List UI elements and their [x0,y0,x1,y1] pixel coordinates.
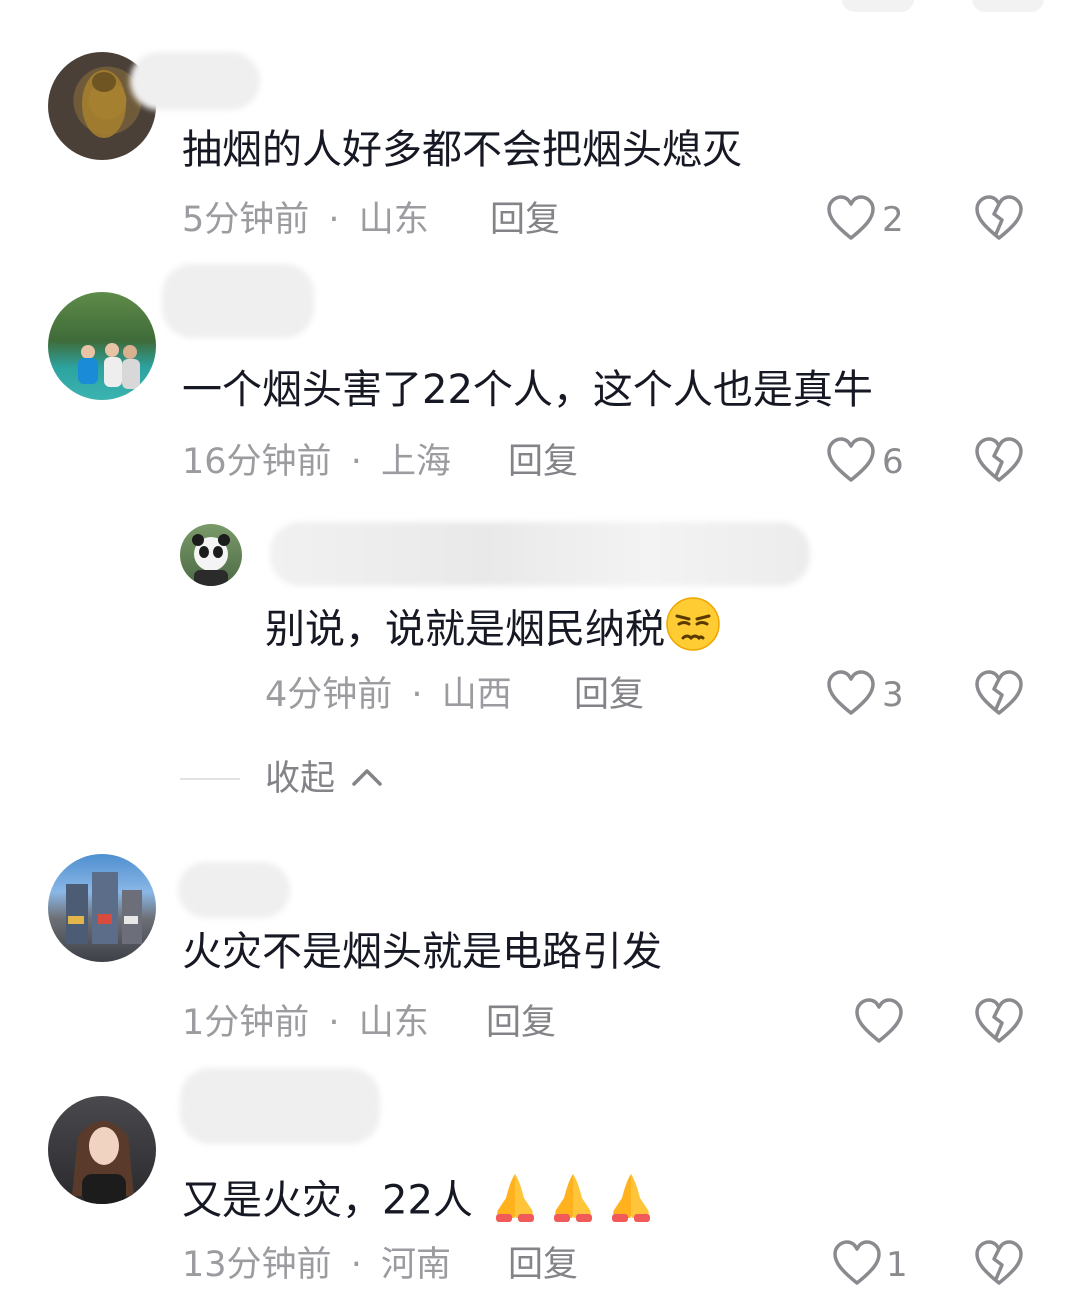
reply-location: 山西 [441,675,512,715]
reply-button[interactable]: 回复 [490,195,560,245]
collapse-label: 收起 [265,759,336,799]
avatar[interactable] [180,524,242,586]
folded-hands-emoji [544,1166,602,1239]
dislike-icon[interactable] [974,1239,1024,1287]
comment-text: 抽烟的人好多都不会把烟头熄灭 [182,127,742,173]
chevron-up-icon [350,764,384,788]
unamused-face-emoji [665,596,721,667]
comment-time: 13分钟前 [182,1245,332,1285]
like-count: 2 [882,200,904,240]
comment-location: 上海 [380,442,451,482]
reply-button[interactable]: 回复 [508,437,578,487]
folded-hands-emoji [486,1166,544,1239]
username-blurred[interactable] [162,264,314,338]
comment-meta: 5分钟前 · 山东 [182,195,429,245]
comment-location: 河南 [380,1245,451,1285]
comment-text: 又是火灾，22人 [182,1166,660,1239]
avatar[interactable] [48,292,156,400]
reply-button[interactable]: 回复 [486,998,556,1048]
comment-time: 1分钟前 [182,1003,310,1043]
dislike-icon[interactable] [974,669,1024,717]
dislike-icon[interactable] [974,194,1024,242]
avatar[interactable] [48,854,156,962]
like-icon[interactable] [854,997,904,1045]
reply-text-content: 别说，说就是烟民纳税 [265,606,665,653]
dislike-icon[interactable] [974,997,1024,1045]
meta-dot: · [411,675,423,715]
avatar[interactable] [48,1096,156,1204]
reply-time: 4分钟前 [265,675,393,715]
dislike-icon[interactable] [974,436,1024,484]
meta-dot: · [350,442,362,482]
reply-meta: 4分钟前 · 山西 [265,670,512,720]
username-blurred[interactable] [130,52,260,110]
like-count: 6 [882,442,904,482]
username-blurred[interactable] [180,1068,380,1144]
like-count: 1 [886,1245,908,1285]
reply-text: 别说，说就是烟民纳税 [265,596,721,667]
comment-text: 火灾不是烟头就是电路引发 [182,929,662,975]
username-blurred[interactable] [270,522,810,586]
like-icon[interactable] [826,669,876,717]
comment-meta: 1分钟前 · 山东 [182,998,429,1048]
reply-button[interactable]: 回复 [508,1240,578,1290]
like-icon[interactable] [832,1239,882,1287]
like-icon[interactable] [826,436,876,484]
top-edge-blob [972,0,1044,12]
like-count: 3 [882,675,904,715]
comment-location: 山东 [358,1003,429,1043]
comment-text-content: 又是火灾，22人 [182,1177,473,1224]
comment-time: 5分钟前 [182,200,310,240]
like-icon[interactable] [826,194,876,242]
comment-time: 16分钟前 [182,442,332,482]
reply-button[interactable]: 回复 [574,670,644,720]
meta-dot: · [328,200,340,240]
divider-line [180,778,240,780]
comment-text: 一个烟头害了22个人，这个人也是真牛 [182,367,873,413]
top-edge-blob [842,0,914,12]
meta-dot: · [350,1245,362,1285]
comment-location: 山东 [358,200,429,240]
username-blurred[interactable] [178,862,290,918]
comment-meta: 16分钟前 · 上海 [182,437,451,487]
meta-dot: · [328,1003,340,1043]
comment-meta: 13分钟前 · 河南 [182,1240,451,1290]
folded-hands-emoji [602,1166,660,1239]
